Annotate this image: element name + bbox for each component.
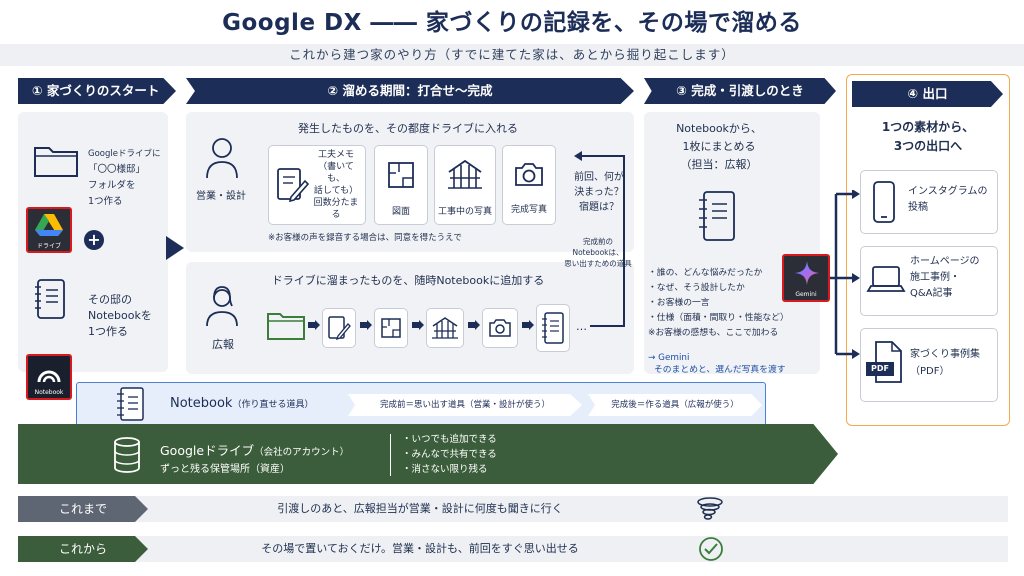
output-pdf-label: 家づくり事例集 （PDF） <box>910 349 980 377</box>
notebook-phase-after: 完成後＝作る道具（広報が使う） <box>588 394 762 416</box>
notebook-icon <box>116 386 146 422</box>
gemini-app-tile: Gemini <box>782 254 830 302</box>
notebook-icon <box>34 278 68 320</box>
tornado-icon <box>694 496 726 524</box>
memo-icon <box>327 314 351 342</box>
output-homepage-label: ホームページの 施工事例・ Q&A記事 <box>910 256 980 299</box>
drive-bar-title: Googleドライブ（会社のアカウント） <box>160 443 350 458</box>
branch-arrow-icon <box>830 190 860 362</box>
plus-icon: + <box>84 230 104 250</box>
drive-bar-points: ・いつでも追加できる ・みんなで共有できる ・消さない限り残る <box>402 434 497 475</box>
folder-icon <box>32 140 80 180</box>
before-label: これまで <box>18 496 148 522</box>
step-header-4: ④ 出口 <box>852 81 1003 107</box>
folder-instruction: Googleドライブに 「〇〇様邸」 フォルダを 1つ作る <box>88 149 161 207</box>
chain-ellipsis: … <box>576 320 587 333</box>
construction-photo-icon <box>446 158 484 190</box>
gemini-note: → Gemini そのまとめと、選んだ写真を渡す <box>648 353 786 375</box>
gemini-sparkle-icon <box>794 260 820 286</box>
item-construction-photo: 工事中の写真 <box>434 145 496 225</box>
step2-top-title: 発生したものを、その都度ドライブに入れる <box>298 122 518 135</box>
chain-floorplan <box>374 308 408 348</box>
before-text: 引渡しのあと、広報担当が営業・設計に何度も聞きに行く <box>277 502 563 515</box>
chain-arrow-icon <box>308 320 320 330</box>
chain-camera <box>482 308 518 348</box>
chain-memo <box>322 308 356 348</box>
notebook-instruction: その邸の Notebookを 1つ作る <box>88 293 152 338</box>
step3-title: Notebookから、 1枚にまとめる （担当：広報） <box>676 122 762 171</box>
flow-arrow-icon <box>164 234 186 262</box>
drive-app-tile: ドライブ <box>26 207 72 253</box>
memo-icon <box>275 165 309 205</box>
notebook-icon <box>698 190 738 242</box>
role-sales: 営業・設計 <box>196 191 246 202</box>
step3-bullets: ・誰の、どんな悩みだったか ・なぜ、そう設計したか ・お客様の一言 ・仕様（面積… <box>648 268 789 338</box>
person-icon <box>204 136 240 180</box>
camera-icon <box>513 160 545 188</box>
chain-construction-photo <box>426 308 464 348</box>
notebook-phase-before: 完成前＝思い出す道具（営業・設計が使う） <box>348 394 582 416</box>
notebooklm-icon <box>36 362 62 386</box>
page-subtitle: これから建つ家のやり方（すでに建てた家は、あとから掘り起こします） <box>0 44 1024 66</box>
chain-arrow-icon <box>412 320 424 330</box>
drive-bar-sub: ずっと残る保管場所（資産） <box>160 464 290 475</box>
drive-bar-divider <box>390 434 391 476</box>
construction-photo-icon <box>431 316 459 340</box>
notebook-app-label: Notebook <box>34 389 64 396</box>
role-pr: 広報 <box>212 338 234 351</box>
gemini-app-label: Gemini <box>795 291 817 298</box>
check-circle-icon <box>698 536 724 562</box>
notebook-icon <box>541 311 565 345</box>
step-header-3: ③ 完成・引渡しのとき <box>644 78 836 104</box>
smartphone-icon <box>872 180 896 224</box>
chain-arrow-icon <box>522 320 534 330</box>
page-title: Google DX ―― 家づくりの記録を、その場で溜める <box>222 10 802 36</box>
step-header-2: ② 溜める期間：打合せ〜完成 <box>186 78 634 104</box>
person-pr-icon <box>204 284 240 328</box>
google-drive-icon <box>34 212 64 238</box>
item-floorplan: 図面 <box>374 145 428 225</box>
laptop-icon <box>866 264 906 296</box>
loop-arrow-icon <box>570 150 630 340</box>
item-completion-photo: 完成写真 <box>502 145 556 225</box>
after-text: その場で置いておくだけ。営業・設計も、前回をすぐ思い出せる <box>261 542 579 555</box>
step-header-1: ① 家づくりのスタート <box>18 78 176 104</box>
camera-icon <box>488 317 512 339</box>
item-memo: 工夫メモ （書いても、 話しても） 回数分たまる <box>268 145 366 225</box>
chain-notebook <box>536 304 570 352</box>
pdf-badge: PDF <box>866 362 894 376</box>
output-instagram-label: インスタグラムの 投稿 <box>908 186 988 213</box>
database-icon <box>112 436 142 474</box>
floorplan-icon <box>380 317 402 339</box>
chain-arrow-icon <box>360 320 372 330</box>
notebook-app-tile: Notebook <box>26 354 72 400</box>
floorplan-icon <box>386 160 416 190</box>
step4-title: 1つの素材から、 3つの出口へ <box>881 120 975 153</box>
drive-app-label: ドライブ <box>36 243 61 250</box>
drive-folder-icon <box>266 308 306 342</box>
notebook-bar-title: Notebook（作り直せる道具） <box>170 396 314 411</box>
step2-bottom-title: ドライブに溜まったものを、随時Notebookに追加する <box>271 274 545 287</box>
chain-arrow-icon <box>468 320 480 330</box>
consent-note: ※お客様の声を録音する場合は、同意を得たうえで <box>268 233 462 243</box>
after-label: これから <box>18 536 148 562</box>
